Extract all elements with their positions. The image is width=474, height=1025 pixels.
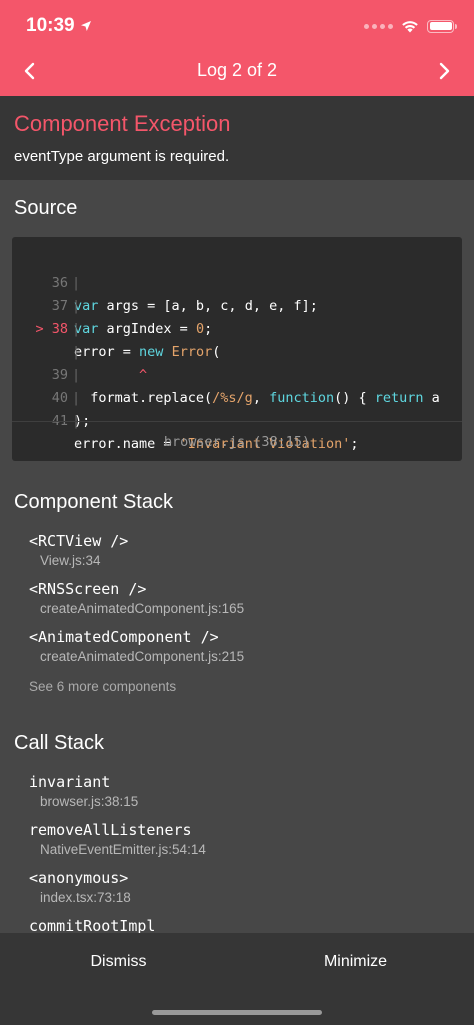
source-file-location[interactable]: browser.js (38:15) bbox=[12, 421, 462, 461]
cellular-signal-icon bbox=[364, 23, 393, 29]
minimize-button[interactable]: Minimize bbox=[237, 953, 474, 971]
component-location: createAnimatedComponent.js:165 bbox=[40, 601, 245, 616]
source-code-frame[interactable]: 36 | var args = [a, b, c, d, e, f]; 37 | v… bbox=[12, 237, 462, 461]
status-indicators bbox=[364, 16, 457, 36]
component-stack-title: Component Stack bbox=[14, 491, 173, 513]
frame-location: NativeEventEmitter.js:54:14 bbox=[40, 842, 206, 857]
header-bar: 10:39 Log 2 of 2 bbox=[0, 0, 474, 96]
frame-name: invariant bbox=[29, 773, 111, 791]
code-line: 36 | var args = [a, b, c, d, e, f]; bbox=[12, 249, 462, 314]
code-lines: 36 | var args = [a, b, c, d, e, f]; 37 | v… bbox=[12, 249, 462, 452]
frame-location: index.tsx:73:18 bbox=[40, 890, 131, 905]
code-line: 37 | var argIndex = 0; bbox=[12, 272, 462, 337]
log-counter-title: Log 2 of 2 bbox=[196, 60, 278, 80]
code-line: 41 | error.name = 'Invariant Violation'; bbox=[12, 387, 462, 452]
code-line: 40 | ); bbox=[12, 364, 462, 429]
component-stack-item[interactable]: <AnimatedComponent /> createAnimatedComp… bbox=[29, 626, 244, 666]
status-time: 10:39 bbox=[26, 15, 75, 36]
frame-location: browser.js:38:15 bbox=[40, 794, 139, 809]
component-name: <AnimatedComponent /> bbox=[29, 628, 219, 646]
exception-title: Component Exception bbox=[14, 111, 231, 136]
next-log-button[interactable] bbox=[430, 56, 460, 86]
source-section-title: Source bbox=[14, 197, 78, 219]
dismiss-button[interactable]: Dismiss bbox=[0, 953, 237, 971]
location-arrow-icon bbox=[81, 21, 91, 31]
call-stack-item[interactable]: invariant browser.js:38:15 bbox=[29, 771, 138, 811]
component-stack-item[interactable]: <RCTView /> View.js:34 bbox=[29, 530, 128, 570]
battery-icon bbox=[427, 19, 457, 33]
component-location: createAnimatedComponent.js:215 bbox=[40, 649, 245, 664]
exception-panel: Component Exception eventType argument i… bbox=[0, 96, 474, 180]
component-name: <RCTView /> bbox=[29, 532, 129, 550]
component-name: <RNSScreen /> bbox=[29, 580, 147, 598]
call-stack-item[interactable]: removeAllListeners NativeEventEmitter.js… bbox=[29, 819, 206, 859]
see-more-components-link[interactable]: See 6 more components bbox=[29, 679, 176, 694]
status-bar: 10:39 bbox=[0, 0, 474, 52]
code-line-highlighted: > 38 | error = new Error( bbox=[12, 295, 462, 360]
frame-name: <anonymous> bbox=[29, 869, 129, 887]
code-line: | ^ bbox=[12, 318, 462, 383]
wifi-icon bbox=[402, 21, 418, 33]
exception-message: eventType argument is required. bbox=[14, 148, 230, 165]
chevron-right-icon bbox=[439, 62, 450, 80]
frame-name: removeAllListeners bbox=[29, 821, 192, 839]
component-stack-item[interactable]: <RNSScreen /> createAnimatedComponent.js… bbox=[29, 578, 244, 618]
code-line: 39 | format.replace(/%s/g, function() { r… bbox=[12, 341, 462, 406]
component-location: View.js:34 bbox=[40, 553, 101, 568]
home-indicator[interactable] bbox=[152, 1010, 322, 1015]
call-stack-title: Call Stack bbox=[14, 732, 105, 754]
call-stack-item[interactable]: <anonymous> index.tsx:73:18 bbox=[29, 867, 131, 907]
